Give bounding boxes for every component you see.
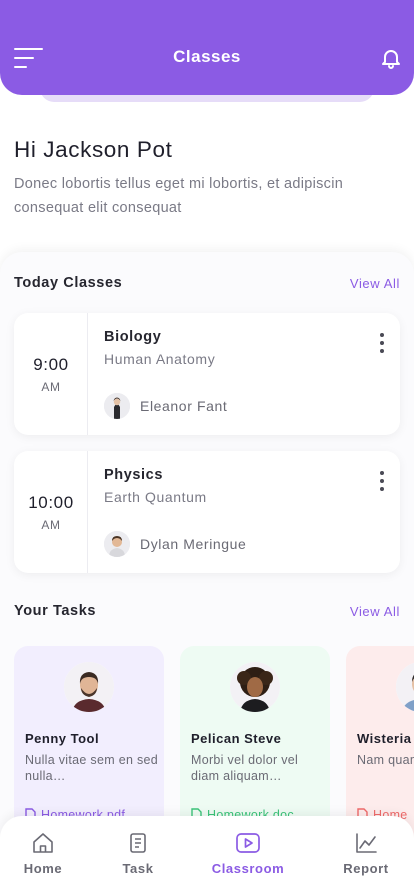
class-time-column: 10:00 AM <box>14 451 88 573</box>
today-classes-heading: Today Classes <box>14 275 123 291</box>
nav-classroom[interactable]: Classroom <box>207 832 289 876</box>
task-avatar <box>396 662 414 712</box>
nav-task-label: Task <box>122 861 154 876</box>
task-description: Nam quam finibus et <box>357 753 414 767</box>
teacher-name: Dylan Meringue <box>140 536 247 552</box>
task-student-name: Penny Tool <box>25 731 100 746</box>
your-tasks-heading: Your Tasks <box>14 603 97 619</box>
chart-icon <box>356 833 377 853</box>
nav-classroom-label: Classroom <box>211 861 285 876</box>
class-card[interactable]: 10:00 AM Physics Earth Quantum Dylan Mer… <box>14 451 400 573</box>
class-topic: Earth Quantum <box>104 489 207 505</box>
class-topic: Human Anatomy <box>104 351 216 367</box>
class-time-column: 9:00 AM <box>14 313 88 435</box>
task-description: Nulla vitae sem en sed nulla… <box>25 753 159 783</box>
more-options-icon[interactable] <box>378 333 386 355</box>
nav-task[interactable]: Task <box>114 832 162 876</box>
class-period: AM <box>41 518 61 532</box>
class-period: AM <box>41 380 61 394</box>
teacher-avatar <box>104 393 130 419</box>
bottom-navigation: Home Task Classroom Report <box>0 816 414 896</box>
app-header: Classes <box>0 0 414 95</box>
teacher-name: Eleanor Fant <box>140 398 228 414</box>
task-description: Morbi vel dolor vel diam aliquam… <box>191 753 299 783</box>
teacher-avatar <box>104 531 130 557</box>
nav-home-label: Home <box>23 861 63 876</box>
task-avatar <box>64 662 114 712</box>
bell-icon[interactable] <box>379 46 403 70</box>
page-title: Classes <box>173 47 241 66</box>
class-time: 10:00 <box>28 493 74 512</box>
class-card[interactable]: 9:00 AM Biology Human Anatomy Eleanor Fa… <box>14 313 400 435</box>
nav-home[interactable]: Home <box>19 832 67 876</box>
home-icon <box>33 833 53 853</box>
nav-report-label: Report <box>343 861 389 876</box>
today-classes-view-all-link[interactable]: View All <box>350 276 400 291</box>
greeting-subtitle: Donec lobortis tellus eget mi lobortis, … <box>14 176 344 216</box>
your-tasks-view-all-link[interactable]: View All <box>350 604 400 619</box>
more-options-icon[interactable] <box>378 471 386 493</box>
class-subject: Physics <box>104 467 164 483</box>
class-time: 9:00 <box>33 355 69 374</box>
greeting-title: Hi Jackson Pot <box>14 137 173 162</box>
play-icon <box>236 833 260 853</box>
task-student-name: Wisteria <box>357 731 412 746</box>
nav-report[interactable]: Report <box>338 832 394 876</box>
task-avatar <box>230 662 280 712</box>
class-subject: Biology <box>104 329 162 345</box>
task-student-name: Pelican Steve <box>191 731 282 746</box>
task-icon <box>130 833 146 853</box>
